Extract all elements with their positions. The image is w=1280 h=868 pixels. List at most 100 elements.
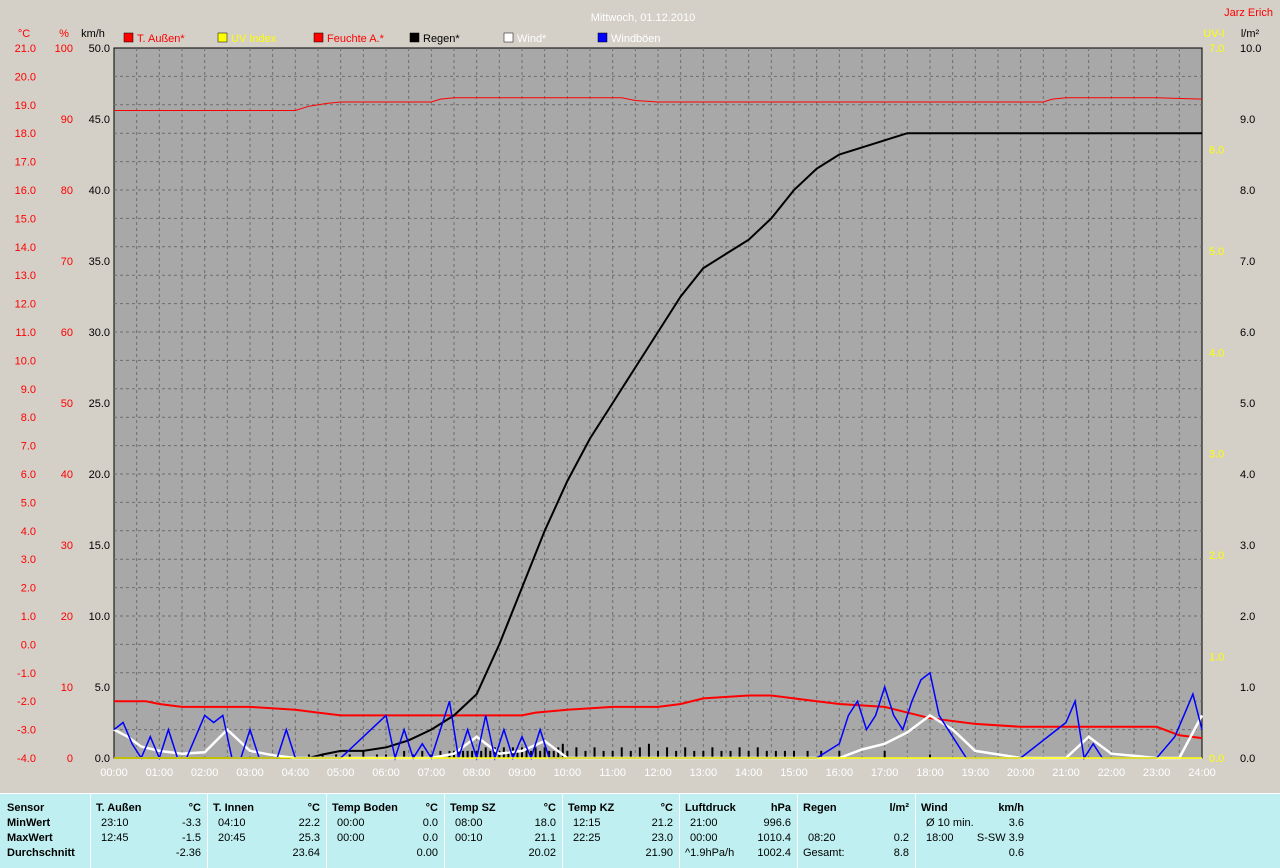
- stats-row-labels: Sensor MinWert MaxWert Durchschnitt: [0, 794, 90, 868]
- stats-column-unit: hPa: [770, 802, 791, 814]
- temp-tick-label: 7.0: [21, 441, 36, 453]
- red-square-icon: [313, 32, 324, 43]
- rain-bar: [534, 747, 537, 758]
- stats-max-value: 0.0: [422, 832, 438, 844]
- rain-bar: [575, 747, 578, 758]
- rain-tick-label: 10.0: [1240, 43, 1261, 55]
- stats-column-title: Luftdruck: [685, 802, 736, 814]
- temp-tick-label: 11.0: [15, 327, 36, 339]
- humidity-tick-label: 10: [61, 682, 73, 694]
- rain-tick-label: 2.0: [1240, 611, 1255, 623]
- humidity-tick-label: 90: [61, 114, 73, 126]
- uv-tick-label: 4.0: [1209, 347, 1224, 359]
- temp-tick-label: 18.0: [15, 128, 36, 140]
- legend-label: T. Außen*: [137, 33, 185, 45]
- stats-min-time: 00:00: [337, 817, 365, 829]
- wind-tick-label: 45.0: [89, 114, 110, 126]
- temp-tick-label: 17.0: [15, 157, 36, 169]
- stats-column: Temp KZ °C 12:15 21.2 22:25 23.0 21.90: [562, 794, 679, 868]
- rain-tick-label: 5.0: [1240, 398, 1255, 410]
- rain-bar: [883, 750, 886, 758]
- stats-column-title: Temp KZ: [568, 802, 615, 814]
- wind-tick-label: 5.0: [95, 682, 110, 694]
- stats-avg-label: ^1.9hPa/h: [685, 847, 735, 859]
- stats-max-time: 00:00: [690, 832, 718, 844]
- stats-column-unit: °C: [188, 802, 201, 814]
- black-square-icon: [409, 32, 420, 43]
- rain-bar: [738, 747, 741, 758]
- stats-max-value: -1.5: [182, 832, 201, 844]
- stats-max-value: 1010.4: [757, 832, 791, 844]
- x-tick-label: 21:00: [1052, 767, 1080, 779]
- legend-label: Wind*: [517, 33, 547, 45]
- stats-min-value: 18.0: [534, 817, 556, 829]
- stats-min-time: 12:15: [573, 817, 601, 829]
- x-tick-label: 17:00: [871, 767, 899, 779]
- stats-avg-value: 0.00: [416, 847, 438, 859]
- stats-min-value: 3.6: [1008, 817, 1024, 829]
- temp-tick-label: 2.0: [21, 583, 36, 595]
- x-tick-label: 06:00: [372, 767, 400, 779]
- stats-min-value: 996.6: [763, 817, 791, 829]
- x-tick-label: 20:00: [1007, 767, 1035, 779]
- stats-avg-value: 23.64: [292, 847, 320, 859]
- humidity-tick-label: 70: [61, 256, 73, 268]
- rain-bar: [480, 750, 483, 758]
- temp-tick-label: 0.0: [21, 639, 36, 651]
- stats-column: Regen l/m² 08:20 0.2 Gesamt: 8.8: [797, 794, 915, 868]
- rain-bar: [521, 747, 523, 758]
- stats-row-label: Sensor: [7, 802, 45, 814]
- humidity-tick-label: 50: [61, 398, 73, 410]
- stats-column-unit: °C: [543, 802, 556, 814]
- stats-max-time: 00:10: [455, 832, 483, 844]
- temp-tick-label: -2.0: [17, 696, 36, 708]
- stats-max-time: 18:00: [926, 832, 954, 844]
- stats-column-title: Wind: [921, 802, 948, 814]
- temp-tick-label: 12.0: [15, 299, 36, 311]
- x-tick-label: 15:00: [780, 767, 808, 779]
- stats-column: Temp Boden °C 00:00 0.0 00:00 0.0 0.00: [326, 794, 444, 868]
- x-tick-label: 03:00: [236, 767, 264, 779]
- temp-tick-label: 9.0: [21, 384, 36, 396]
- stats-min-value: 21.2: [651, 817, 673, 829]
- legend-label: UV Index: [231, 33, 277, 45]
- x-tick-label: 22:00: [1098, 767, 1126, 779]
- wind-tick-label: 50.0: [89, 43, 110, 55]
- x-tick-label: 05:00: [327, 767, 355, 779]
- stats-row-label: MaxWert: [7, 832, 53, 844]
- wind-tick-label: 35.0: [89, 256, 110, 268]
- rain-bar: [638, 747, 641, 758]
- uv-tick-label: 6.0: [1209, 144, 1224, 156]
- stats-avg-label: Gesamt:: [803, 847, 845, 859]
- stats-column-unit: l/m²: [889, 802, 909, 814]
- wind-tick-label: 20.0: [89, 469, 110, 481]
- rain-bar: [620, 747, 623, 758]
- temp-tick-label: 13.0: [15, 270, 36, 282]
- wind-axis-unit: km/h: [81, 28, 105, 40]
- stats-max-time: 08:20: [808, 832, 836, 844]
- rain-tick-label: 0.0: [1240, 753, 1255, 765]
- stats-min-time: 21:00: [690, 817, 718, 829]
- humidity-tick-label: 80: [61, 185, 73, 197]
- temp-tick-label: -1.0: [17, 668, 36, 680]
- stats-column-unit: °C: [425, 802, 438, 814]
- x-tick-label: 01:00: [146, 767, 174, 779]
- temp-tick-label: 6.0: [21, 469, 36, 481]
- stats-column: T. Außen °C 23:10 -3.3 12:45 -1.5 -2.36: [90, 794, 207, 868]
- x-tick-label: 04:00: [282, 767, 310, 779]
- legend-label: Feuchte A.*: [327, 33, 385, 45]
- legend-label: Windböen: [611, 33, 661, 45]
- uv-tick-label: 0.0: [1209, 753, 1224, 765]
- white-square-icon: [503, 32, 514, 43]
- temp-tick-label: 1.0: [21, 611, 36, 623]
- x-tick-label: 16:00: [826, 767, 854, 779]
- chart-canvas: Mittwoch, 01.12.2010 Jarz Erich °C% km/h UV-…: [15, 7, 1273, 779]
- rain-tick-label: 9.0: [1240, 114, 1255, 126]
- temp-tick-label: 4.0: [21, 526, 36, 538]
- x-tick-label: 13:00: [690, 767, 718, 779]
- x-tick-label: 11:00: [599, 767, 626, 779]
- stats-min-value: 0.0: [422, 817, 438, 829]
- x-tick-label: 00:00: [100, 767, 128, 779]
- x-tick-label: 02:00: [191, 767, 219, 779]
- rain-tick-label: 7.0: [1240, 256, 1255, 268]
